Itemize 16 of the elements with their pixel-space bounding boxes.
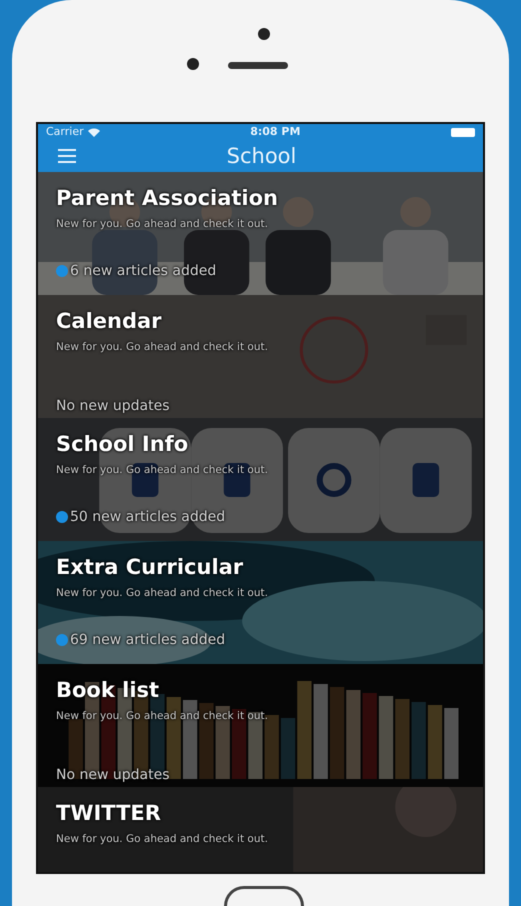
section-title: Calendar: [56, 309, 163, 334]
section-subtitle: New for you. Go ahead and check it out.: [56, 586, 269, 602]
status-time: 8:08 PM: [249, 124, 302, 140]
section-status: 6 new articles added: [70, 262, 216, 281]
section-title: Parent Association: [56, 186, 280, 212]
carrier-label: Carrier: [46, 124, 84, 140]
section-subtitle: New for you. Go ahead and check it out.: [56, 217, 269, 232]
section-status: 69 new articles added: [70, 630, 226, 650]
section-title: TWITTER: [56, 801, 162, 826]
section-subtitle: New for you. Go ahead and check it out.: [56, 340, 269, 356]
section-status: No new updates: [56, 396, 170, 416]
section-subtitle: New for you. Go ahead and check it out.: [56, 832, 269, 848]
section-title: School Info: [56, 432, 190, 458]
section-status: 50 new articles added: [70, 508, 226, 527]
screen-title: School: [226, 142, 298, 170]
section-title: Extra Curricular: [56, 555, 244, 580]
